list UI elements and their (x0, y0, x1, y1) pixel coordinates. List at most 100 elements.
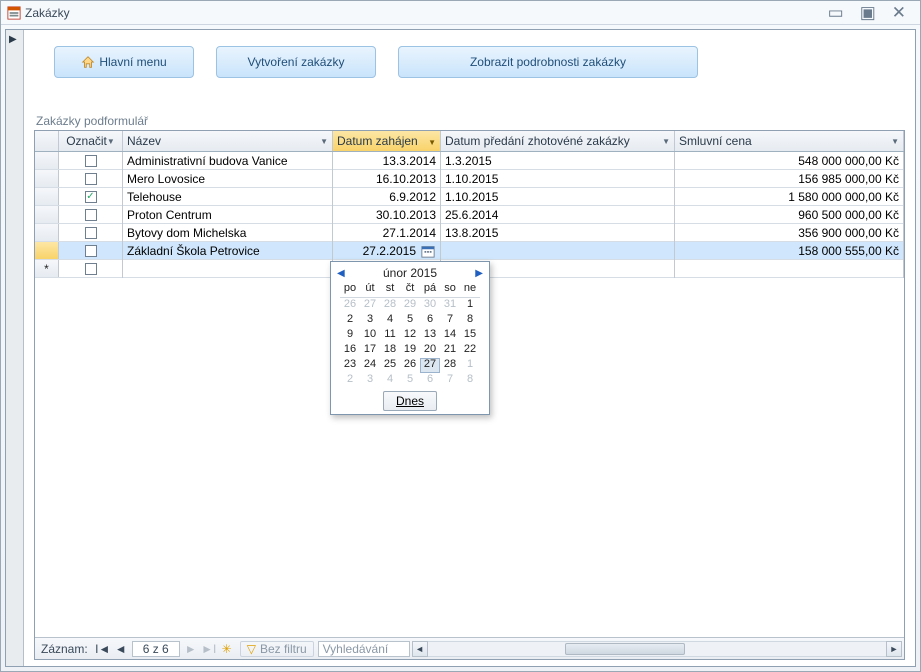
home-button[interactable]: Hlavní menu (54, 46, 194, 78)
checkbox[interactable] (85, 227, 97, 239)
datepicker-day[interactable]: 19 (400, 343, 420, 358)
cell-mark[interactable] (59, 224, 123, 242)
cell-handover-date[interactable]: 1.10.2015 (441, 188, 675, 206)
datepicker-day[interactable]: 8 (460, 373, 480, 388)
cell-start-date[interactable]: 27.1.2014 (333, 224, 441, 242)
nav-first-button[interactable]: I◄ (94, 640, 112, 658)
datepicker-day[interactable]: 13 (420, 328, 440, 343)
datepicker-day[interactable]: 25 (380, 358, 400, 373)
table-row[interactable]: Základní Škola Petrovice27.2.2015158 000… (35, 242, 904, 260)
datepicker-day[interactable]: 22 (460, 343, 480, 358)
row-selector[interactable] (35, 242, 59, 259)
cell-handover-date[interactable]: 1.10.2015 (441, 170, 675, 188)
datepicker-day[interactable]: 16 (340, 343, 360, 358)
cell-mark[interactable] (59, 242, 123, 260)
row-selector[interactable] (35, 206, 59, 223)
datepicker-day[interactable]: 26 (400, 358, 420, 373)
table-row[interactable]: Administrativní budova Vanice13.3.20141.… (35, 152, 904, 170)
minimize-button[interactable]: ▭ (820, 4, 852, 21)
cell-mark[interactable]: ✓ (59, 188, 123, 206)
cell-mark[interactable] (59, 206, 123, 224)
form-record-selector[interactable] (6, 30, 24, 666)
datepicker-today-button[interactable]: Dnes (383, 391, 437, 411)
checkbox[interactable] (85, 173, 97, 185)
datepicker-day[interactable]: 2 (340, 373, 360, 388)
datepicker-day[interactable]: 29 (400, 298, 420, 313)
cell-name[interactable]: Bytovy dom Michelska (123, 224, 333, 242)
datepicker-day[interactable]: 3 (360, 373, 380, 388)
datepicker-day[interactable]: 6 (420, 313, 440, 328)
datepicker-day[interactable]: 24 (360, 358, 380, 373)
datepicker-day[interactable]: 2 (340, 313, 360, 328)
datepicker-day[interactable]: 18 (380, 343, 400, 358)
row-selector[interactable] (35, 170, 59, 187)
close-button[interactable]: ✕ (884, 4, 914, 21)
datepicker-next-month[interactable]: ▶ (475, 268, 483, 279)
datepicker-day[interactable]: 28 (380, 298, 400, 313)
datepicker-day[interactable]: 15 (460, 328, 480, 343)
datepicker-day[interactable]: 27 (420, 358, 440, 373)
datepicker-day[interactable]: 9 (340, 328, 360, 343)
cell-handover-date[interactable] (441, 242, 675, 260)
datepicker-day[interactable]: 30 (420, 298, 440, 313)
checkbox[interactable] (85, 209, 97, 221)
datepicker-day[interactable]: 17 (360, 343, 380, 358)
scroll-thumb[interactable] (565, 643, 685, 655)
cell-price[interactable]: 548 000 000,00 Kč (675, 152, 904, 170)
datepicker-day[interactable]: 5 (400, 313, 420, 328)
datepicker-day[interactable]: 20 (420, 343, 440, 358)
row-selector[interactable] (35, 188, 59, 205)
datepicker-day[interactable]: 14 (440, 328, 460, 343)
column-header-price[interactable]: Smluvní cena▼ (675, 131, 904, 151)
column-header-start-date[interactable]: Datum zahájen▼ (333, 131, 441, 151)
datepicker-day[interactable]: 7 (440, 313, 460, 328)
create-order-button[interactable]: Vytvoření zakázky (216, 46, 376, 78)
scroll-right-button[interactable]: ► (886, 641, 902, 657)
chevron-down-icon[interactable]: ▼ (428, 138, 436, 147)
cell-price[interactable]: 158 000 555,00 Kč (675, 242, 904, 260)
datepicker-day[interactable]: 11 (380, 328, 400, 343)
checkbox[interactable] (85, 245, 97, 257)
horizontal-scrollbar[interactable]: ◄ ► (412, 641, 902, 657)
scroll-left-button[interactable]: ◄ (412, 641, 428, 657)
table-row[interactable]: Proton Centrum30.10.201325.6.2014960 500… (35, 206, 904, 224)
search-input[interactable]: Vyhledávání (318, 641, 410, 657)
cell-price[interactable]: 356 900 000,00 Kč (675, 224, 904, 242)
cell-price[interactable]: 1 580 000 000,00 Kč (675, 188, 904, 206)
cell-start-date[interactable]: 13.3.2014 (333, 152, 441, 170)
datepicker-day[interactable]: 5 (400, 373, 420, 388)
checkbox[interactable] (85, 155, 97, 167)
cell-price[interactable]: 156 985 000,00 Kč (675, 170, 904, 188)
filter-indicator[interactable]: ▽ Bez filtru (240, 641, 314, 657)
cell-name[interactable]: Telehouse (123, 188, 333, 206)
datepicker-day[interactable]: 23 (340, 358, 360, 373)
datepicker-day[interactable]: 31 (440, 298, 460, 313)
record-position[interactable]: 6 z 6 (132, 641, 180, 657)
datepicker-prev-month[interactable]: ◀ (337, 268, 345, 279)
nav-prev-button[interactable]: ◄ (112, 640, 130, 658)
datepicker-day[interactable]: 8 (460, 313, 480, 328)
datepicker-day[interactable]: 4 (380, 373, 400, 388)
cell-start-date[interactable]: 16.10.2013 (333, 170, 441, 188)
maximize-button[interactable]: ▣ (852, 4, 884, 21)
datepicker-day[interactable]: 1 (460, 298, 480, 313)
cell-mark[interactable] (59, 152, 123, 170)
datepicker-day[interactable]: 1 (460, 358, 480, 373)
cell-name[interactable]: Proton Centrum (123, 206, 333, 224)
column-header-name[interactable]: Název▼ (123, 131, 333, 151)
checkbox[interactable] (85, 263, 97, 275)
cell-start-date[interactable]: 30.10.2013 (333, 206, 441, 224)
calendar-icon[interactable] (420, 243, 436, 259)
datepicker-day[interactable]: 21 (440, 343, 460, 358)
cell-mark[interactable] (59, 170, 123, 188)
datepicker-day[interactable]: 28 (440, 358, 460, 373)
datepicker-day[interactable]: 10 (360, 328, 380, 343)
chevron-down-icon[interactable]: ▼ (662, 137, 670, 146)
datepicker-day[interactable]: 26 (340, 298, 360, 313)
datepicker-day[interactable]: 27 (360, 298, 380, 313)
cell-handover-date[interactable]: 25.6.2014 (441, 206, 675, 224)
cell-start-date[interactable]: 27.2.2015 (333, 242, 441, 260)
datepicker-day[interactable]: 12 (400, 328, 420, 343)
chevron-down-icon[interactable]: ▼ (891, 137, 899, 146)
checkbox[interactable]: ✓ (85, 191, 97, 203)
